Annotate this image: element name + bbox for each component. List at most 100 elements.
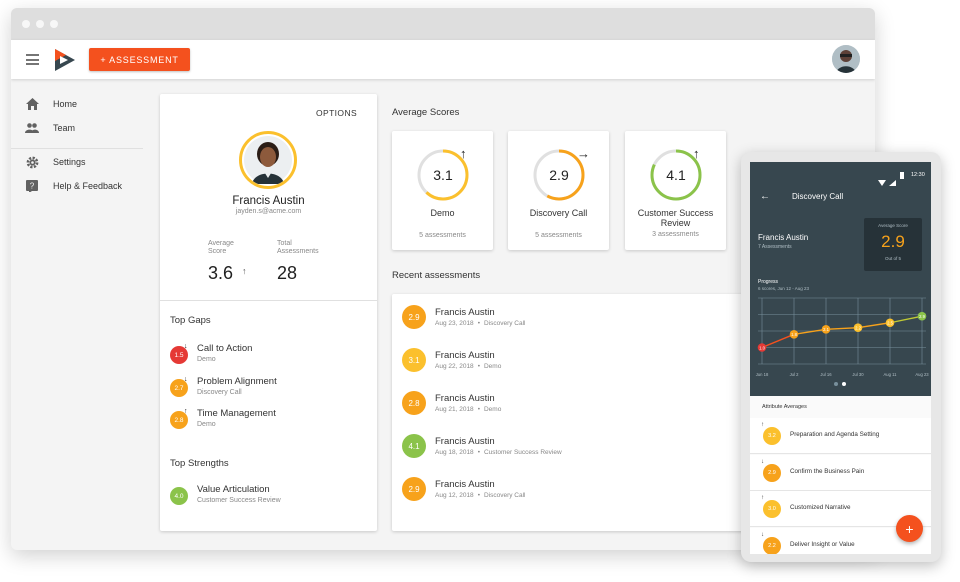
score-card-count: 3 assessments (652, 231, 699, 238)
x-tick-label: Aug 11 (884, 372, 898, 377)
attribute-label: Deliver Insight or Value (790, 540, 855, 548)
score-badge: 2.8 (402, 391, 426, 415)
attribute-row[interactable]: ↑ 3.2 Preparation and Agenda Setting (750, 418, 931, 454)
score-card-name: Demo (430, 208, 455, 218)
score-badge: 2.9 (402, 305, 426, 329)
sidebar-item-label: Team (53, 123, 76, 133)
phone-person-sub: 7 Assessments (758, 244, 792, 250)
data-label: 1.8 (791, 332, 797, 337)
strength-item[interactable]: 4.0 Value Articulation Customer Success … (160, 484, 377, 514)
assessment-meta: Aug 12, 2018 • Discovery Call (435, 492, 526, 499)
top-strengths-title: Top Strengths (170, 458, 229, 469)
gap-item[interactable]: 1.5 ↓ Call to Action Demo (160, 343, 377, 373)
score-card-csr[interactable]: 4.1 ↑ Customer Success Review 3 assessme… (625, 131, 726, 250)
score-badge: 3.1 (402, 348, 426, 372)
divider (160, 300, 377, 301)
phone-mockup: 12:30 ← Discovery Call Francis Austin 7 … (741, 152, 941, 562)
assessment-name: Francis Austin (435, 393, 495, 404)
strength-title: Value Articulation (197, 484, 270, 495)
phone-screen: 12:30 ← Discovery Call Francis Austin 7 … (750, 162, 931, 554)
recent-assessments-title: Recent assessments (392, 270, 481, 281)
progress-sub: 6 scores, Jun 12 - Aug 23 (758, 286, 810, 291)
phone-avg-box: Average Score 2.9 Out of 5 (864, 218, 922, 271)
score-badge: 2.2 (763, 536, 781, 554)
sidebar-item-team[interactable]: Team (25, 118, 75, 138)
assessment-date: Aug 21, 2018 (435, 406, 474, 413)
assessment-type: Discovery Call (483, 320, 526, 327)
attribute-label: Confirm the Business Pain (790, 467, 865, 475)
strength-sub: Customer Success Review (197, 497, 281, 504)
score-badge: 3.0 (763, 500, 781, 518)
page-dot[interactable] (834, 382, 838, 386)
profile-card: OPTIONS Francis Austin jayden.s@acme.com… (160, 94, 377, 531)
score-badge: 3.2 (763, 427, 781, 445)
phone-header: 12:30 ← Discovery Call Francis Austin 7 … (750, 162, 931, 396)
sidebar-item-settings[interactable]: Settings (25, 152, 86, 172)
gap-item[interactable]: 2.8 ↑ Time Management Demo (160, 408, 377, 438)
total-assessments-label: Total Assessments (277, 240, 319, 255)
trend-up-icon: ↑ (761, 422, 764, 428)
add-fab-button[interactable]: + (896, 515, 923, 542)
score-value: 4.1 (666, 167, 686, 183)
gap-title: Problem Alignment (197, 376, 277, 387)
sidebar-item-home[interactable]: Home (25, 94, 77, 114)
assessment-name: Francis Austin (435, 436, 495, 447)
table-row[interactable]: 2.9 Francis Austin Aug 23, 2018 • Discovery … (392, 295, 772, 338)
profile-name: Francis Austin (232, 195, 305, 207)
data-label: 1.0 (759, 345, 765, 350)
back-arrow-icon[interactable]: ← (760, 191, 770, 202)
score-card-discovery[interactable]: 2.9 → Discovery Call 5 assessments (508, 131, 609, 250)
score-card-demo[interactable]: 3.1 ↑ Demo 5 assessments (392, 131, 493, 250)
table-row[interactable]: 4.1 Francis Austin Aug 18, 2018 • Customer S… (392, 424, 772, 467)
menu-icon[interactable] (26, 54, 39, 65)
phone-person: Francis Austin (758, 233, 809, 242)
separator: • (477, 492, 480, 499)
sidebar-divider (11, 148, 143, 149)
x-tick-label: Aug 23 (915, 372, 929, 377)
avg-out-of: Out of 5 (884, 256, 901, 261)
series-line (889, 315, 923, 324)
score-badge: 2.9 (763, 463, 781, 482)
app-logo (55, 49, 75, 71)
assessment-meta: Aug 18, 2018 • Customer Success Review (435, 449, 562, 456)
user-avatar[interactable] (832, 45, 860, 73)
gap-title: Time Management (197, 408, 276, 419)
data-label: 2.9 (919, 314, 925, 319)
people-icon (25, 121, 39, 135)
sidebar-item-label: Settings (53, 157, 86, 167)
gear-icon (25, 155, 39, 169)
phone-title: Discovery Call (792, 192, 844, 201)
data-label: 2.5 (887, 321, 893, 326)
assessment-date: Aug 23, 2018 (435, 320, 474, 327)
trend-down-icon: ↓ (761, 531, 764, 538)
average-scores-title: Average Scores (392, 107, 460, 118)
window-dot (36, 20, 44, 28)
assessment-date: Aug 18, 2018 (435, 449, 474, 456)
add-assessment-button[interactable]: + ASSESSMENT (89, 48, 190, 71)
trend-down-icon: ↓ (184, 376, 188, 383)
gap-item[interactable]: 2.7 ↓ Problem Alignment Discovery Call (160, 376, 377, 406)
attribute-row[interactable]: ↓ 2.9 Confirm the Business Pain (750, 454, 931, 491)
data-label: 2.2 (855, 326, 861, 331)
assessment-meta: Aug 23, 2018 • Discovery Call (435, 320, 526, 327)
profile-avatar (239, 131, 297, 189)
home-icon (25, 97, 39, 111)
series-line (857, 322, 891, 329)
avg-value: 2.9 (881, 232, 905, 251)
separator: • (477, 320, 480, 327)
options-button[interactable]: OPTIONS (316, 108, 357, 118)
assessment-type: Demo (483, 406, 502, 413)
page-dot-active[interactable] (842, 382, 846, 386)
table-row[interactable]: 3.1 Francis Austin Aug 22, 2018 • Demo (392, 338, 772, 381)
series-line (793, 328, 827, 335)
score-badge: 2.9 (402, 477, 426, 501)
table-row[interactable]: 2.9 Francis Austin Aug 12, 2018 • Discovery … (392, 467, 772, 510)
trend-up-icon: ↑ (761, 495, 764, 501)
attribute-label: Customized Narrative (790, 504, 851, 511)
table-row[interactable]: 2.8 Francis Austin Aug 21, 2018 • Demo (392, 381, 772, 424)
score-badge: 4.1 (402, 434, 426, 458)
score-value: 3.1 (433, 167, 453, 183)
x-tick-label: Jul 2 (790, 372, 800, 377)
signal-icon (889, 173, 896, 191)
sidebar-item-help[interactable]: ? Help & Feedback (25, 176, 122, 196)
